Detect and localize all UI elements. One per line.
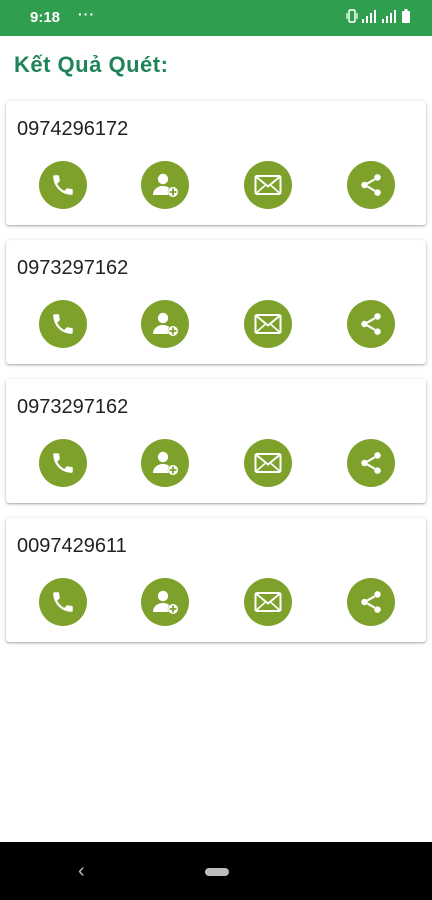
- vibrate-icon: [346, 9, 358, 23]
- navigation-bar: ‹: [0, 842, 432, 900]
- share-button[interactable]: [347, 578, 395, 626]
- mail-icon: [254, 591, 282, 613]
- status-icons: [346, 9, 410, 23]
- result-card: 0974296172: [6, 101, 426, 225]
- result-actions: [6, 300, 426, 350]
- battery-icon: [402, 9, 410, 23]
- phone-icon: [50, 172, 76, 198]
- back-button[interactable]: ‹: [78, 860, 85, 883]
- phone-icon: [50, 311, 76, 337]
- add-contact-icon: [150, 448, 180, 478]
- result-actions: [6, 161, 426, 211]
- call-button[interactable]: [39, 300, 87, 348]
- call-button[interactable]: [39, 578, 87, 626]
- phone-number: 0974296172: [17, 118, 129, 140]
- share-icon: [358, 172, 384, 198]
- result-card: 0097429611: [6, 518, 426, 642]
- mail-icon: [254, 174, 282, 196]
- add-contact-icon: [150, 309, 180, 339]
- share-icon: [358, 311, 384, 337]
- result-actions: [6, 578, 426, 628]
- message-button[interactable]: [244, 578, 292, 626]
- status-bar: 9:18 ···: [0, 0, 432, 36]
- mail-icon: [254, 452, 282, 474]
- signal-icon: [362, 10, 376, 23]
- phone-number: 0973297162: [17, 257, 129, 279]
- mail-icon: [254, 313, 282, 335]
- result-card: 0973297162: [6, 379, 426, 503]
- phone-icon: [50, 450, 76, 476]
- page-title: Kết Quả Quét:: [14, 52, 169, 77]
- add-contact-button[interactable]: [141, 161, 189, 209]
- phone-number: 0973297162: [17, 396, 129, 418]
- call-button[interactable]: [39, 439, 87, 487]
- notification-dots: ···: [78, 6, 95, 22]
- share-button[interactable]: [347, 161, 395, 209]
- result-actions: [6, 439, 426, 489]
- add-contact-button[interactable]: [141, 578, 189, 626]
- message-button[interactable]: [244, 439, 292, 487]
- message-button[interactable]: [244, 161, 292, 209]
- signal-icon-2: [382, 10, 396, 23]
- call-button[interactable]: [39, 161, 87, 209]
- home-button[interactable]: [205, 868, 229, 876]
- add-contact-button[interactable]: [141, 439, 189, 487]
- share-icon: [358, 450, 384, 476]
- phone-icon: [50, 589, 76, 615]
- phone-number: 0097429611: [17, 535, 127, 557]
- share-icon: [358, 589, 384, 615]
- share-button[interactable]: [347, 300, 395, 348]
- add-contact-icon: [150, 170, 180, 200]
- message-button[interactable]: [244, 300, 292, 348]
- status-time: 9:18: [30, 9, 61, 26]
- result-card: 0973297162: [6, 240, 426, 364]
- add-contact-icon: [150, 587, 180, 617]
- share-button[interactable]: [347, 439, 395, 487]
- add-contact-button[interactable]: [141, 300, 189, 348]
